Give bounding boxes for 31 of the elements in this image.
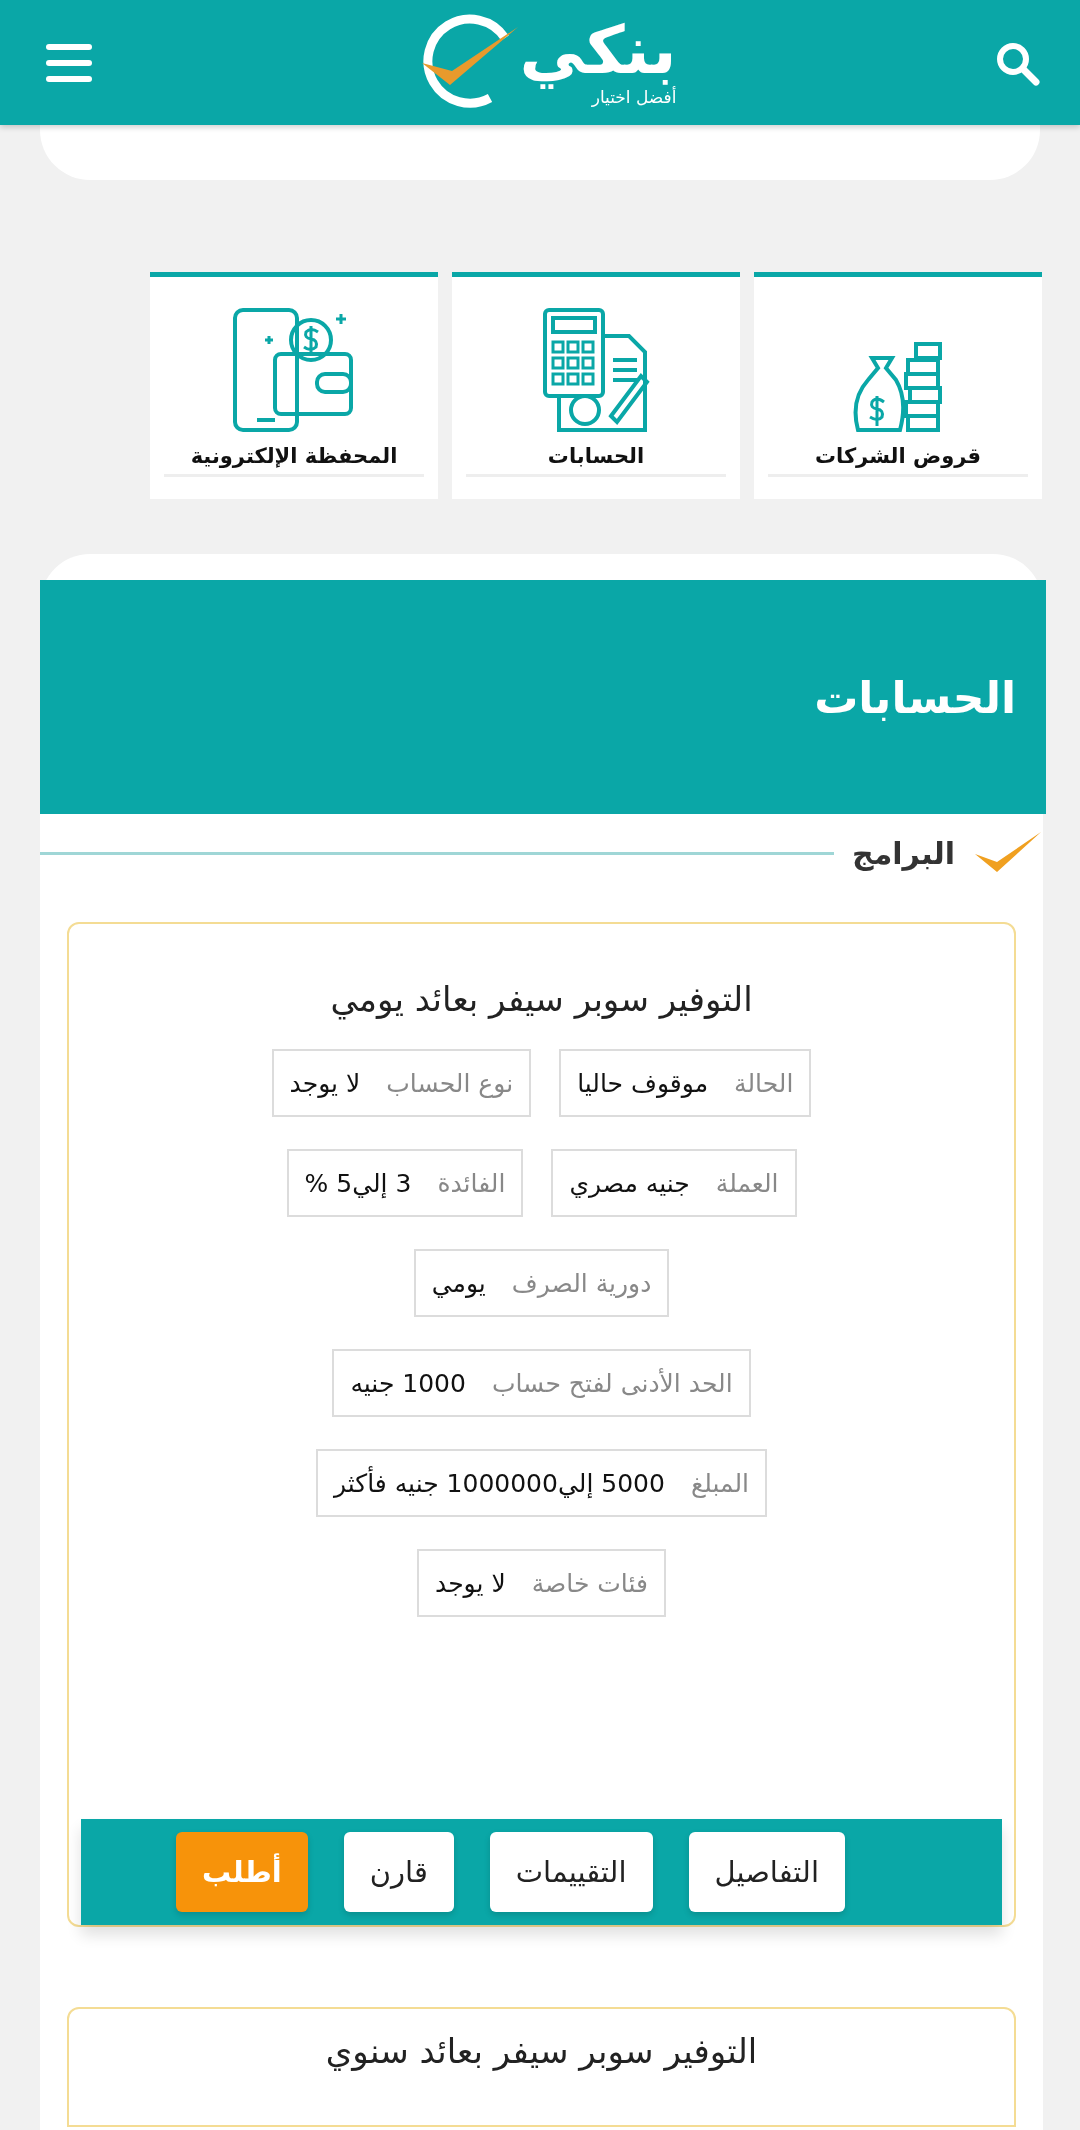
chip-value: 5000 إلي1000000 جنيه فأكثر <box>333 1468 665 1498</box>
program-title: التوفير سوبر سيفر بعائد سنوي <box>325 2031 758 2073</box>
chip-value: 3 إلي5 % <box>304 1168 412 1198</box>
chip-label: العملة <box>715 1168 779 1198</box>
category-tile[interactable]: المحفظة الإلكترونية <box>150 272 438 499</box>
chip-label: دورية الصرف <box>511 1268 652 1298</box>
logo-tagline: أفضل اختيار <box>591 88 677 107</box>
category-label: المحفظة الإلكترونية <box>164 444 424 477</box>
chip-label: فئات خاصة <box>531 1568 648 1598</box>
category-tile[interactable]: قروض الشركات <box>754 272 1042 499</box>
section-title: الحسابات <box>814 671 1016 723</box>
action-button[interactable]: التفاصيل <box>688 1832 845 1912</box>
program-title: التوفير سوبر سيفر بعائد يومي <box>330 979 753 1019</box>
chip-value: جنيه مصري <box>569 1168 690 1198</box>
chip-value: 1000 جنيه <box>350 1368 466 1398</box>
chip-label: المبلغ <box>690 1468 750 1498</box>
action-button[interactable]: التقييمات <box>489 1832 653 1912</box>
chip-label: الحالة <box>734 1068 794 1098</box>
action-button[interactable]: قارن <box>343 1832 454 1912</box>
menu-icon[interactable] <box>46 43 92 82</box>
chip-value: موقوف حاليا <box>577 1068 709 1098</box>
category-label: قروض الشركات <box>768 444 1028 477</box>
chip-label: نوع الحساب <box>386 1068 514 1098</box>
chip-value: يومي <box>431 1268 486 1298</box>
chip-value: لا يوجد <box>289 1068 361 1098</box>
chip-label: الفائدة <box>437 1168 506 1198</box>
subheading: البرامج <box>852 835 955 871</box>
category-label: الحسابات <box>466 444 726 477</box>
chip-label: الحد الأدنى لفتح حساب <box>491 1368 733 1398</box>
chip-value: لا يوجد <box>435 1568 506 1598</box>
category-tile[interactable]: الحسابات <box>452 272 740 499</box>
